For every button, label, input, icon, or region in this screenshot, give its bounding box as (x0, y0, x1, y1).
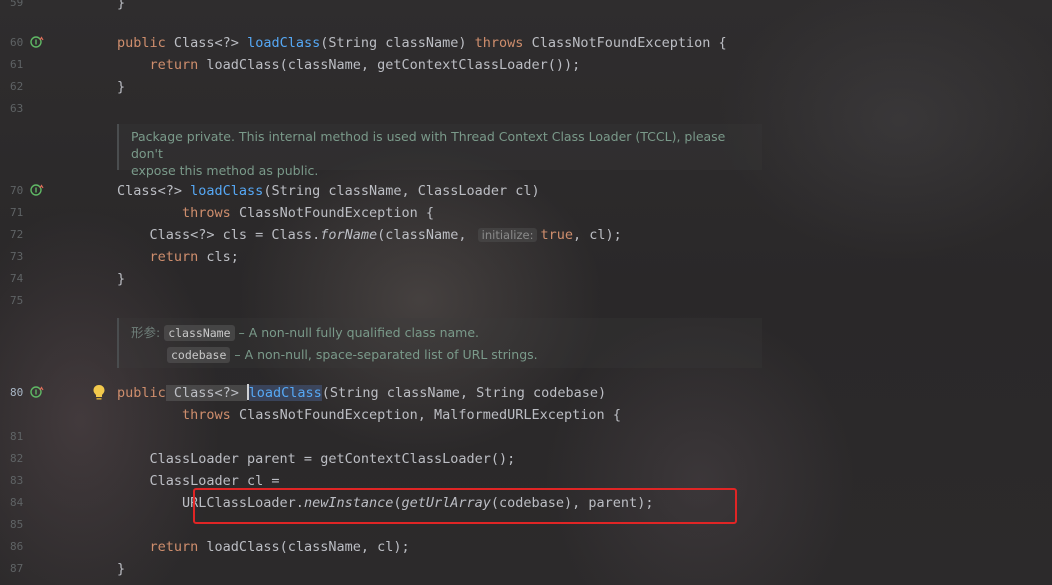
javadoc-block: 形参: className – A non-null fully qualifi… (117, 318, 762, 368)
code-text: ClassNotFoundException { (230, 205, 435, 221)
keyword: true (540, 227, 573, 243)
line-number: 71 (10, 206, 24, 219)
code-text: cls; (198, 249, 239, 265)
code-text: Class<?> cls = Class. (117, 227, 321, 243)
line-number: 83 (10, 474, 24, 487)
code-line[interactable]: } (117, 558, 125, 580)
code-text: (className, (377, 227, 475, 243)
code-line[interactable]: Class<?> loadClass(String className, Cla… (117, 180, 540, 202)
keyword: return (149, 539, 199, 555)
keyword: return (149, 249, 199, 265)
implements-method-icon[interactable] (30, 35, 44, 49)
code-text: , cl); (572, 227, 622, 243)
line-number: 61 (10, 58, 24, 71)
line-number: 73 (10, 250, 24, 263)
method-name: loadClass (247, 35, 321, 51)
code-text: Class<?> (165, 35, 248, 51)
code-line[interactable]: } (117, 268, 125, 290)
code-text: loadClass(className, cl); (198, 539, 410, 555)
code-text: (String className) (320, 35, 475, 51)
implements-method-icon[interactable] (30, 183, 44, 197)
parameter-hint: initialize: (477, 228, 538, 242)
code-line[interactable]: return cls; (117, 246, 239, 268)
code-text: ClassNotFoundException { (523, 35, 727, 51)
code-line-current[interactable]: public Class<?> loadClass(String classNa… (117, 382, 606, 404)
line-number: 63 (10, 102, 24, 115)
highlight-annotation-box (193, 488, 737, 524)
keyword: throws (182, 407, 231, 423)
line-number: 59 (10, 0, 24, 9)
param-description: – A non-null fully qualified class name. (234, 325, 480, 340)
code-text: Class<?> (165, 385, 248, 401)
javadoc-block: Package private. This internal method is… (117, 124, 762, 178)
line-number: 85 (10, 518, 24, 531)
line-number: 62 (10, 80, 24, 93)
javadoc-text: Package private. This internal method is… (131, 129, 726, 161)
line-number: 72 (10, 228, 24, 241)
params-label: 形参: (131, 325, 161, 340)
line-number: 87 (10, 562, 24, 575)
method-name: loadClass (248, 385, 322, 401)
lightbulb-icon[interactable] (92, 384, 106, 402)
method-name: forName (320, 227, 378, 243)
keyword: public (117, 35, 166, 51)
line-number: 82 (10, 452, 24, 465)
keyword: public (117, 385, 166, 401)
code-line[interactable]: ClassLoader parent = getContextClassLoad… (117, 448, 516, 470)
javadoc-param-row: 形参: className – A non-null fully qualifi… (131, 322, 750, 344)
code-text: (String className, String codebase) (321, 385, 607, 401)
line-number: 81 (10, 430, 24, 443)
param-name: className (164, 325, 235, 341)
line-number: 84 (10, 496, 24, 509)
line-number: 75 (10, 294, 24, 307)
code-line[interactable]: public Class<?> loadClass(String classNa… (117, 32, 727, 54)
code-line[interactable]: throws ClassNotFoundException { (117, 202, 434, 224)
javadoc-param-row: codebase – A non-null, space-separated l… (131, 344, 750, 366)
code-line[interactable]: } (117, 76, 125, 98)
code-text: Class<?> (117, 183, 191, 199)
line-number: 86 (10, 540, 24, 553)
code-line[interactable]: throws ClassNotFoundException, Malformed… (117, 404, 621, 426)
param-name: codebase (167, 347, 231, 363)
code-text: loadClass(className, getContextClassLoad… (198, 57, 581, 73)
line-number: 74 (10, 272, 24, 285)
code-line[interactable]: return loadClass(className, cl); (117, 536, 410, 558)
keyword: throws (474, 35, 524, 51)
code-text: ClassNotFoundException, MalformedURLExce… (230, 407, 621, 423)
code-text: (String className, ClassLoader cl) (263, 183, 540, 199)
param-description: – A non-null, space-separated list of UR… (230, 347, 538, 362)
implements-method-icon[interactable] (30, 385, 44, 399)
code-line[interactable]: } (117, 0, 125, 14)
keyword: throws (182, 205, 231, 221)
code-line[interactable]: return loadClass(className, getContextCl… (117, 54, 581, 76)
keyword: return (149, 57, 199, 73)
javadoc-text: expose this method as public. (131, 163, 319, 178)
code-line[interactable]: Class<?> cls = Class.forName(className, … (117, 224, 622, 246)
method-name: loadClass (190, 183, 264, 199)
